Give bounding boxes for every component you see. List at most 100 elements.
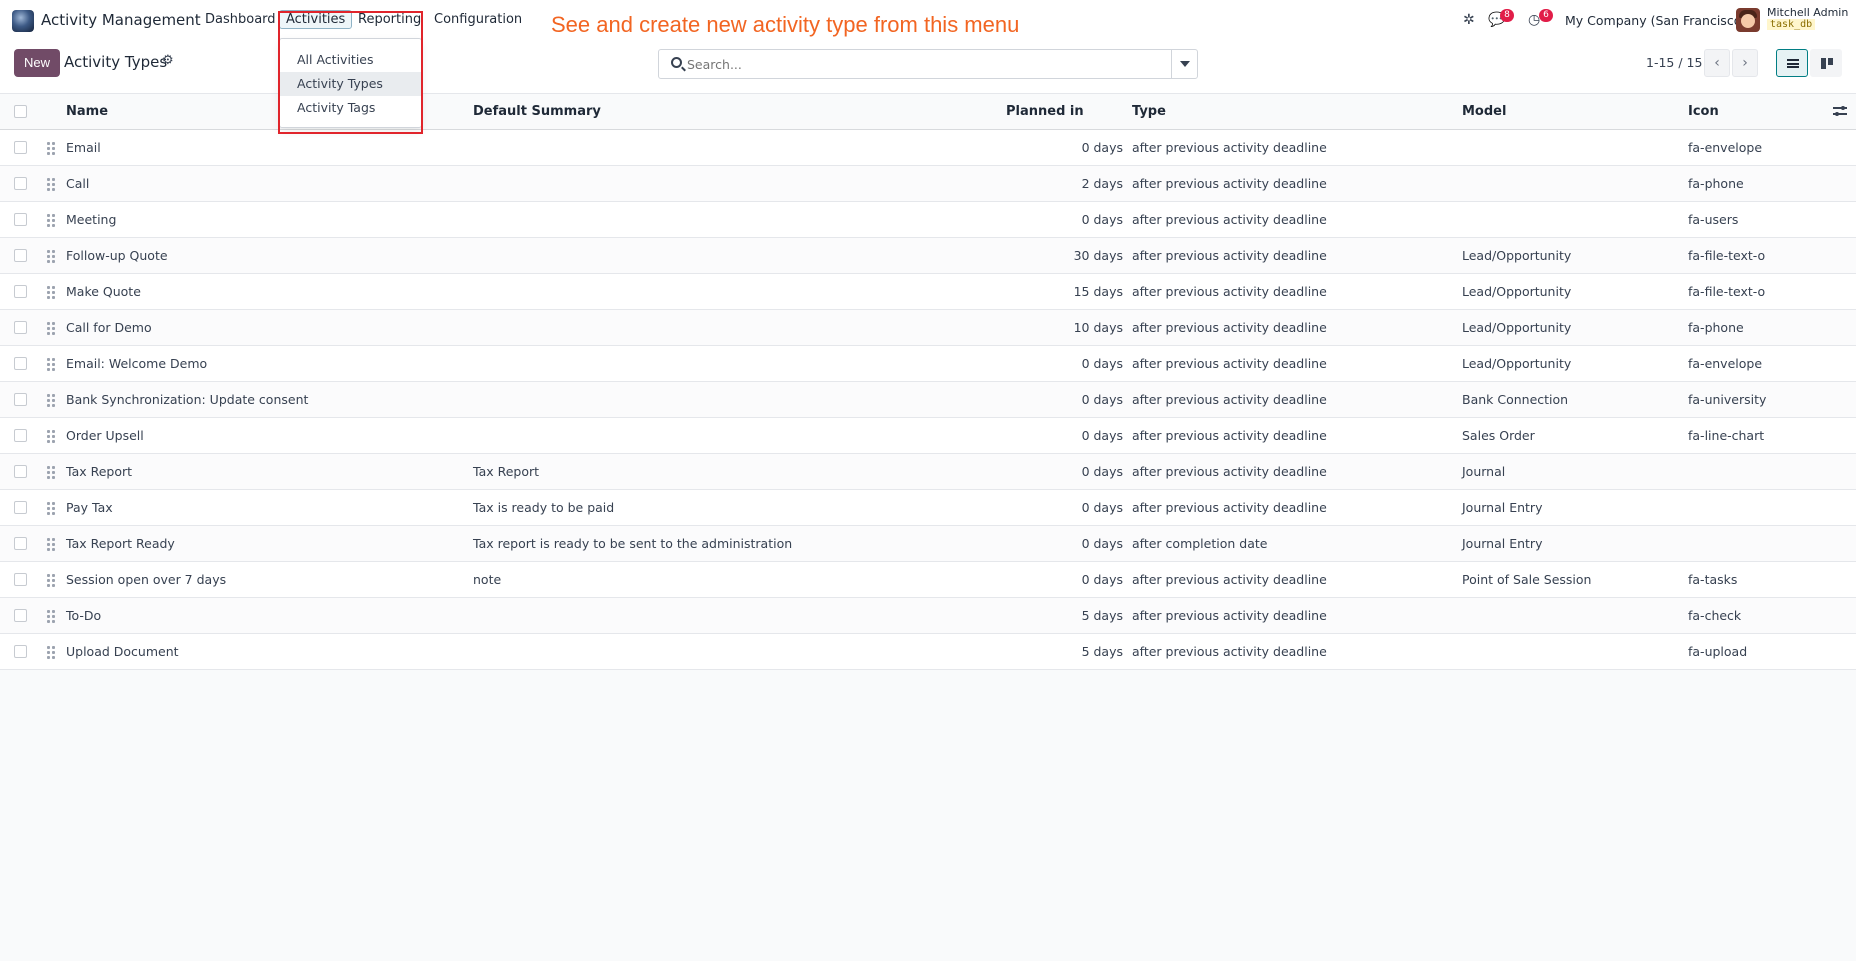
cell-type: after previous activity deadline [1132,428,1327,443]
cell-name: Order Upsell [66,428,144,443]
table-row[interactable]: Tax Report Tax Report 0 days after previous… [0,454,1856,490]
select-all-checkbox[interactable] [14,105,27,118]
column-icon[interactable]: Icon [1688,104,1719,119]
table-row[interactable]: Email: Welcome Demo 0 days after previous … [0,346,1856,382]
cell-default-summary: Tax report is ready to be sent to the ad… [473,536,793,551]
table-row[interactable]: Follow-up Quote 30 days after previous act… [0,238,1856,274]
row-checkbox[interactable] [14,141,27,154]
drag-handle-icon[interactable] [47,538,55,551]
row-checkbox[interactable] [14,537,27,550]
drag-handle-icon[interactable] [47,214,55,227]
menu-dashboard[interactable]: Dashboard [205,12,276,27]
pager-previous-button[interactable]: ‹ [1704,49,1730,77]
cell-model: Lead/Opportunity [1462,356,1572,371]
cell-default-summary: Tax is ready to be paid [473,500,615,515]
table-row[interactable]: Session open over 7 days note 0 days after … [0,562,1856,598]
drag-handle-icon[interactable] [47,358,55,371]
cell-icon: fa-envelope [1688,140,1763,155]
row-checkbox[interactable] [14,573,27,586]
row-checkbox[interactable] [14,213,27,226]
drag-handle-icon[interactable] [47,142,55,155]
cell-default-summary: Tax Report [473,464,540,479]
drag-handle-icon[interactable] [47,250,55,263]
app-logo-icon[interactable] [12,10,34,32]
column-planned-in[interactable]: Planned in [1006,104,1084,119]
cell-type: after previous activity deadline [1132,500,1327,515]
table-row[interactable]: Bank Synchronization: Update consent 0 da… [0,382,1856,418]
cell-icon: fa-users [1688,212,1739,227]
pager-value[interactable]: 1-15 / 15 [1646,55,1702,70]
drag-handle-icon[interactable] [47,322,55,335]
cell-planned-in: 0 days [1081,572,1123,587]
kanban-view-icon [1821,58,1833,69]
drag-handle-icon[interactable] [47,502,55,515]
menu-configuration[interactable]: Configuration [434,12,522,27]
row-checkbox[interactable] [14,501,27,514]
row-checkbox[interactable] [14,465,27,478]
cell-type: after previous activity deadline [1132,464,1327,479]
search-options-toggle[interactable] [1171,50,1197,78]
row-checkbox[interactable] [14,645,27,658]
cell-type: after previous activity deadline [1132,644,1327,659]
table-row[interactable]: Make Quote 15 days after previous activity… [0,274,1856,310]
drag-handle-icon[interactable] [47,430,55,443]
table-row[interactable]: Order Upsell 0 days after previous activit… [0,418,1856,454]
cell-planned-in: 5 days [1081,608,1123,623]
cell-planned-in: 0 days [1081,500,1123,515]
drag-handle-icon[interactable] [47,394,55,407]
table-row[interactable]: Email 0 days after previous activity deadl… [0,130,1856,166]
user-name[interactable]: Mitchell Admin [1767,6,1848,19]
column-name[interactable]: Name [66,104,108,119]
cell-model: Sales Order [1462,428,1535,443]
list-view-icon [1787,59,1799,68]
table-row[interactable]: To-Do 5 days after previous activity deadl… [0,598,1856,634]
cell-icon: fa-check [1688,608,1742,623]
avatar[interactable] [1736,8,1760,32]
column-model[interactable]: Model [1462,104,1506,119]
column-default-summary[interactable]: Default Summary [473,104,601,119]
row-checkbox[interactable] [14,393,27,406]
cell-name: Email: Welcome Demo [66,356,208,371]
search-box[interactable] [658,49,1198,79]
table-row[interactable]: Meeting 0 days after previous activity dea… [0,202,1856,238]
row-checkbox[interactable] [14,321,27,334]
kanban-view-button[interactable] [1810,49,1842,77]
row-checkbox[interactable] [14,609,27,622]
column-type[interactable]: Type [1132,104,1166,119]
cell-name: Email [66,140,101,155]
cell-type: after previous activity deadline [1132,212,1327,227]
cell-icon: fa-upload [1688,644,1748,659]
cell-name: Pay Tax [66,500,113,515]
cell-name: Tax Report [66,464,133,479]
bug-icon[interactable]: ✲ [1463,12,1475,28]
row-checkbox[interactable] [14,249,27,262]
cell-planned-in: 30 days [1073,248,1123,263]
gear-icon[interactable]: ⚙ [162,53,174,68]
cell-icon: fa-file-text-o [1688,284,1766,299]
drag-handle-icon[interactable] [47,646,55,659]
table-row[interactable]: Call for Demo 10 days after previous activ… [0,310,1856,346]
pager-next-button[interactable]: › [1732,49,1758,77]
app-name[interactable]: Activity Management [41,11,201,29]
cell-type: after previous activity deadline [1132,176,1327,191]
new-button[interactable]: New [14,49,60,77]
drag-handle-icon[interactable] [47,610,55,623]
table-row[interactable]: Call 2 days after previous activity deadli… [0,166,1856,202]
table-row[interactable]: Pay Tax Tax is ready to be paid 0 days afte… [0,490,1856,526]
row-checkbox[interactable] [14,429,27,442]
row-checkbox[interactable] [14,177,27,190]
search-input[interactable] [687,55,1137,73]
optional-columns-icon[interactable] [1833,104,1847,118]
drag-handle-icon[interactable] [47,286,55,299]
cell-name: Call [66,176,90,191]
drag-handle-icon[interactable] [47,466,55,479]
table-row[interactable]: Tax Report Ready Tax report is ready to b… [0,526,1856,562]
company-switcher[interactable]: My Company (San Francisco) [1565,13,1746,28]
drag-handle-icon[interactable] [47,178,55,191]
row-checkbox[interactable] [14,285,27,298]
drag-handle-icon[interactable] [47,574,55,587]
table-row[interactable]: Upload Document 5 days after previous acti… [0,634,1856,670]
row-checkbox[interactable] [14,357,27,370]
cell-model: Point of Sale Session [1462,572,1592,587]
list-view-button[interactable] [1776,49,1808,77]
